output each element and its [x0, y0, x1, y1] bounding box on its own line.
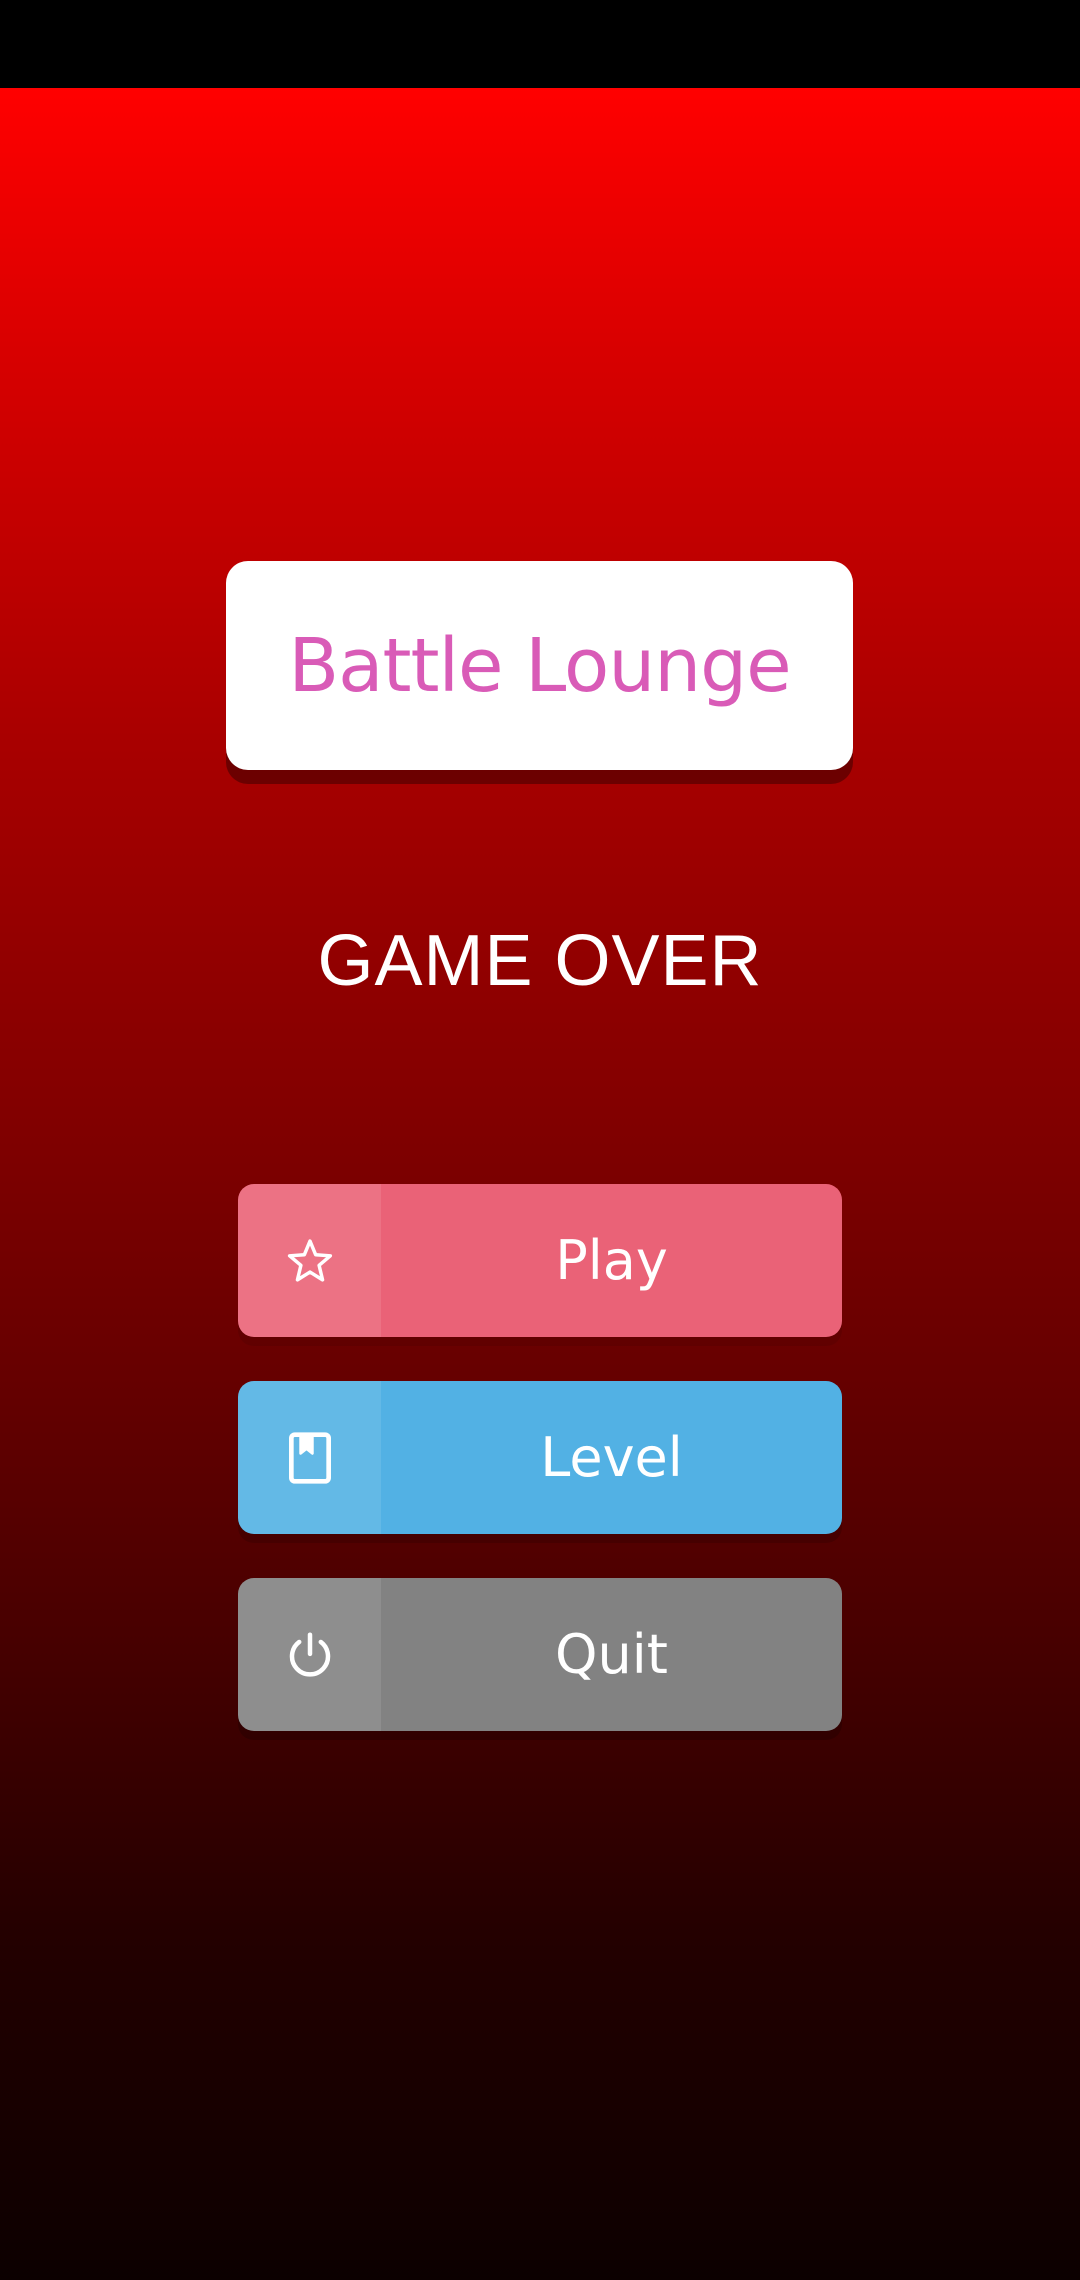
star-icon: [287, 1238, 332, 1282]
quit-label: Quit: [555, 1623, 668, 1686]
game-over-text: GAME OVER: [317, 921, 763, 1001]
title-card: Battle Lounge: [226, 561, 853, 770]
level-button[interactable]: Level: [238, 1381, 842, 1534]
quit-icon-box: [238, 1578, 381, 1731]
book-icon: [288, 1431, 331, 1484]
play-label: Play: [555, 1229, 668, 1292]
level-icon-box: [238, 1381, 381, 1534]
game-over-screen: Battle Lounge GAME OVER Play Level Quit: [0, 88, 1080, 2280]
quit-button[interactable]: Quit: [238, 1578, 842, 1731]
level-label: Level: [540, 1426, 683, 1489]
play-button[interactable]: Play: [238, 1184, 842, 1337]
power-icon: [289, 1632, 330, 1677]
status-bar: [0, 0, 1080, 88]
play-icon-box: [238, 1184, 381, 1337]
app-title: Battle Lounge: [288, 622, 791, 709]
